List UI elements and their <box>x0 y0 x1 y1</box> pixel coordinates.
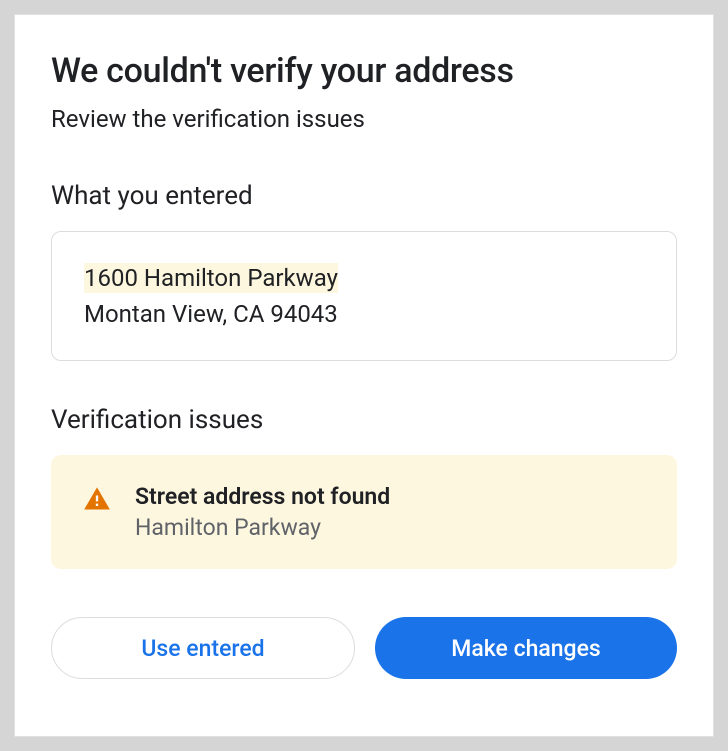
address-line-2: Montan View, CA 94043 <box>84 296 644 332</box>
address-line-1: 1600 Hamilton Parkway <box>84 260 644 296</box>
issues-heading: Verification issues <box>51 405 677 435</box>
entered-heading: What you entered <box>51 181 677 211</box>
use-entered-button[interactable]: Use entered <box>51 617 355 679</box>
button-row: Use entered Make changes <box>51 617 677 679</box>
issue-content: Street address not found Hamilton Parkwa… <box>135 483 645 541</box>
address-highlight: 1600 Hamilton Parkway <box>84 263 338 293</box>
dialog-title: We couldn't verify your address <box>51 51 677 91</box>
address-verification-dialog: We couldn't verify your address Review t… <box>14 14 714 737</box>
issue-detail: Hamilton Parkway <box>135 514 645 541</box>
warning-icon <box>83 485 111 513</box>
entered-address-box: 1600 Hamilton Parkway Montan View, CA 94… <box>51 231 677 361</box>
issue-title: Street address not found <box>135 483 645 510</box>
make-changes-button[interactable]: Make changes <box>375 617 677 679</box>
issue-box: Street address not found Hamilton Parkwa… <box>51 455 677 569</box>
dialog-subtitle: Review the verification issues <box>51 105 677 133</box>
